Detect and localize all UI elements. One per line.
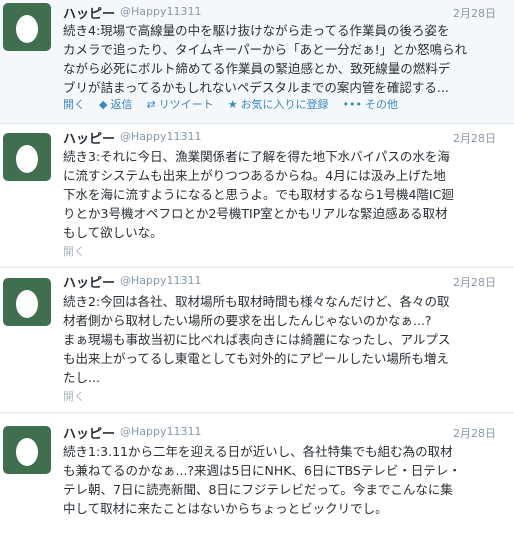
tweet-author-handle[interactable]: @Happy11311 <box>120 274 201 287</box>
tweet-text-line: たし... <box>63 370 100 385</box>
more-button[interactable]: ••• その他 <box>343 96 398 112</box>
egg-avatar-icon[interactable] <box>3 3 51 51</box>
tweet-author-name[interactable]: ハッピー <box>63 272 115 291</box>
open-label: 開く <box>63 98 85 111</box>
tweet-text-line: りとか3号機オペフロとか2号機TIP室とかもリアルな緊迫感ある取材 <box>63 206 448 221</box>
open-link[interactable]: 開く <box>63 96 85 112</box>
star-icon: ★ <box>227 97 238 111</box>
tweet-text-line: も兼ねてるのかなぁ...?来週は5日にNHK、6日にTBSテレビ・日テレ・ <box>63 463 461 478</box>
tweet-text-line: も出来上がってるし東電としても対外的にアピールしたい場所も増え <box>63 351 449 366</box>
tweet-author-name[interactable]: ハッピー <box>63 423 115 442</box>
egg-avatar-icon[interactable] <box>3 426 51 474</box>
more-label: その他 <box>365 98 399 111</box>
tweet-text-line: ながら必死にボルト締めてる作業員の緊迫感とか、致死線量の燃料デ <box>63 61 451 76</box>
tweet-date[interactable]: 2月28日 <box>453 425 496 441</box>
tweet-actions: 開く ◆ 返信 ⇄ リツイート ★ お気に入りに登録 ••• その他 <box>63 96 412 112</box>
tweet-date[interactable]: 2月28日 <box>453 5 496 21</box>
tweet-author-handle[interactable]: @Happy11311 <box>120 5 201 18</box>
tweet-text-line: まぁ現場も事故当初に比べれば表向きには綺麗になったし、アルプス <box>63 332 451 347</box>
tweet-text-line: カメラで追ったり、タイムキーパーから「あと一分だぁ!」とか怒鳴られ <box>63 42 468 57</box>
tweet[interactable]: ハッピー @Happy11311 2月28日 続き1:3.11から二年を迎える日… <box>0 413 514 533</box>
tweet-text: 続き1:3.11から二年を迎える日が近いし、各社特集でも組む為の取材 も兼ねてる… <box>63 442 499 518</box>
tweet-date[interactable]: 2月28日 <box>453 130 496 146</box>
tweet-text-line: 下水を海に流すようになると思うよ。でも取材するなら1号機4階IC廻 <box>63 187 454 202</box>
open-link[interactable]: 開く <box>63 388 85 404</box>
tweet-text-line: ブリが詰まってるかもしれないペデスタルまでの案内管を確認する... <box>63 80 449 95</box>
tweet-author-handle[interactable]: @Happy11311 <box>120 425 201 438</box>
tweet-text-line: 続き2:今回は各社、取材場所も取材時間も様々なんだけど、各々の取 <box>63 294 450 309</box>
open-link[interactable]: 開く <box>63 243 85 259</box>
retweet-icon: ⇄ <box>146 97 156 111</box>
tweet-text-line: 材者側から取材したい場所の要求を出したんじゃないのかなぁ...? <box>63 313 432 328</box>
tweet-text: 続き2:今回は各社、取材場所も取材時間も様々なんだけど、各々の取 材者側から取材… <box>63 292 499 387</box>
egg-avatar-icon[interactable] <box>3 278 51 326</box>
tweet-text-line: もして欲しいな。 <box>63 225 163 240</box>
favorite-button[interactable]: ★ お気に入りに登録 <box>228 96 329 112</box>
tweet-author-handle[interactable]: @Happy11311 <box>120 130 201 143</box>
tweet-text-line: に流すシステムも出来上がりつつあるからね。4月には汲み上げた地 <box>63 168 446 183</box>
tweet-text-line: 続き3:それに今日、漁業関係者に了解を得た地下水バイパスの水を海 <box>63 149 450 164</box>
retweet-button[interactable]: ⇄ リツイート <box>146 96 213 112</box>
tweet-date[interactable]: 2月28日 <box>453 274 496 290</box>
tweet-text-line: 続き4:現場で高線量の中を駆け抜けながら走ってる作業員の後ろ姿を <box>63 23 450 38</box>
favorite-label: お気に入りに登録 <box>240 98 329 111</box>
tweet[interactable]: ハッピー @Happy11311 2月28日 続き3:それに今日、漁業関係者に了… <box>0 124 514 268</box>
reply-button[interactable]: ◆ 返信 <box>99 96 132 112</box>
tweet-author-name[interactable]: ハッピー <box>63 3 115 22</box>
reply-arrow-icon: ◆ <box>99 97 108 111</box>
tweet[interactable]: ハッピー @Happy11311 2月28日 続き2:今回は各社、取材場所も取材… <box>0 268 514 413</box>
tweet-text-line: 中して取材に来たことはないからちょっとビックリでし。 <box>63 501 388 516</box>
egg-avatar-icon[interactable] <box>3 133 51 181</box>
tweet-text-line: 続き1:3.11から二年を迎える日が近いし、各社特集でも組む為の取材 <box>63 444 453 459</box>
retweet-label: リツイート <box>158 98 214 111</box>
more-dots-icon: ••• <box>342 97 363 111</box>
timeline: ハッピー @Happy11311 2月28日 続き4:現場で高線量の中を駆け抜け… <box>0 0 514 533</box>
tweet-text: 続き3:それに今日、漁業関係者に了解を得た地下水バイパスの水を海 に流すシステム… <box>63 147 499 242</box>
tweet[interactable]: ハッピー @Happy11311 2月28日 続き4:現場で高線量の中を駆け抜け… <box>0 0 514 124</box>
tweet-text-line: テレ朝、7日に読売新聞、8日にフジテレビだって。今までこんなに集 <box>63 482 453 497</box>
reply-label: 返信 <box>110 98 133 111</box>
tweet-text: 続き4:現場で高線量の中を駆け抜けながら走ってる作業員の後ろ姿を カメラで追った… <box>63 21 499 97</box>
tweet-author-name[interactable]: ハッピー <box>63 128 115 147</box>
